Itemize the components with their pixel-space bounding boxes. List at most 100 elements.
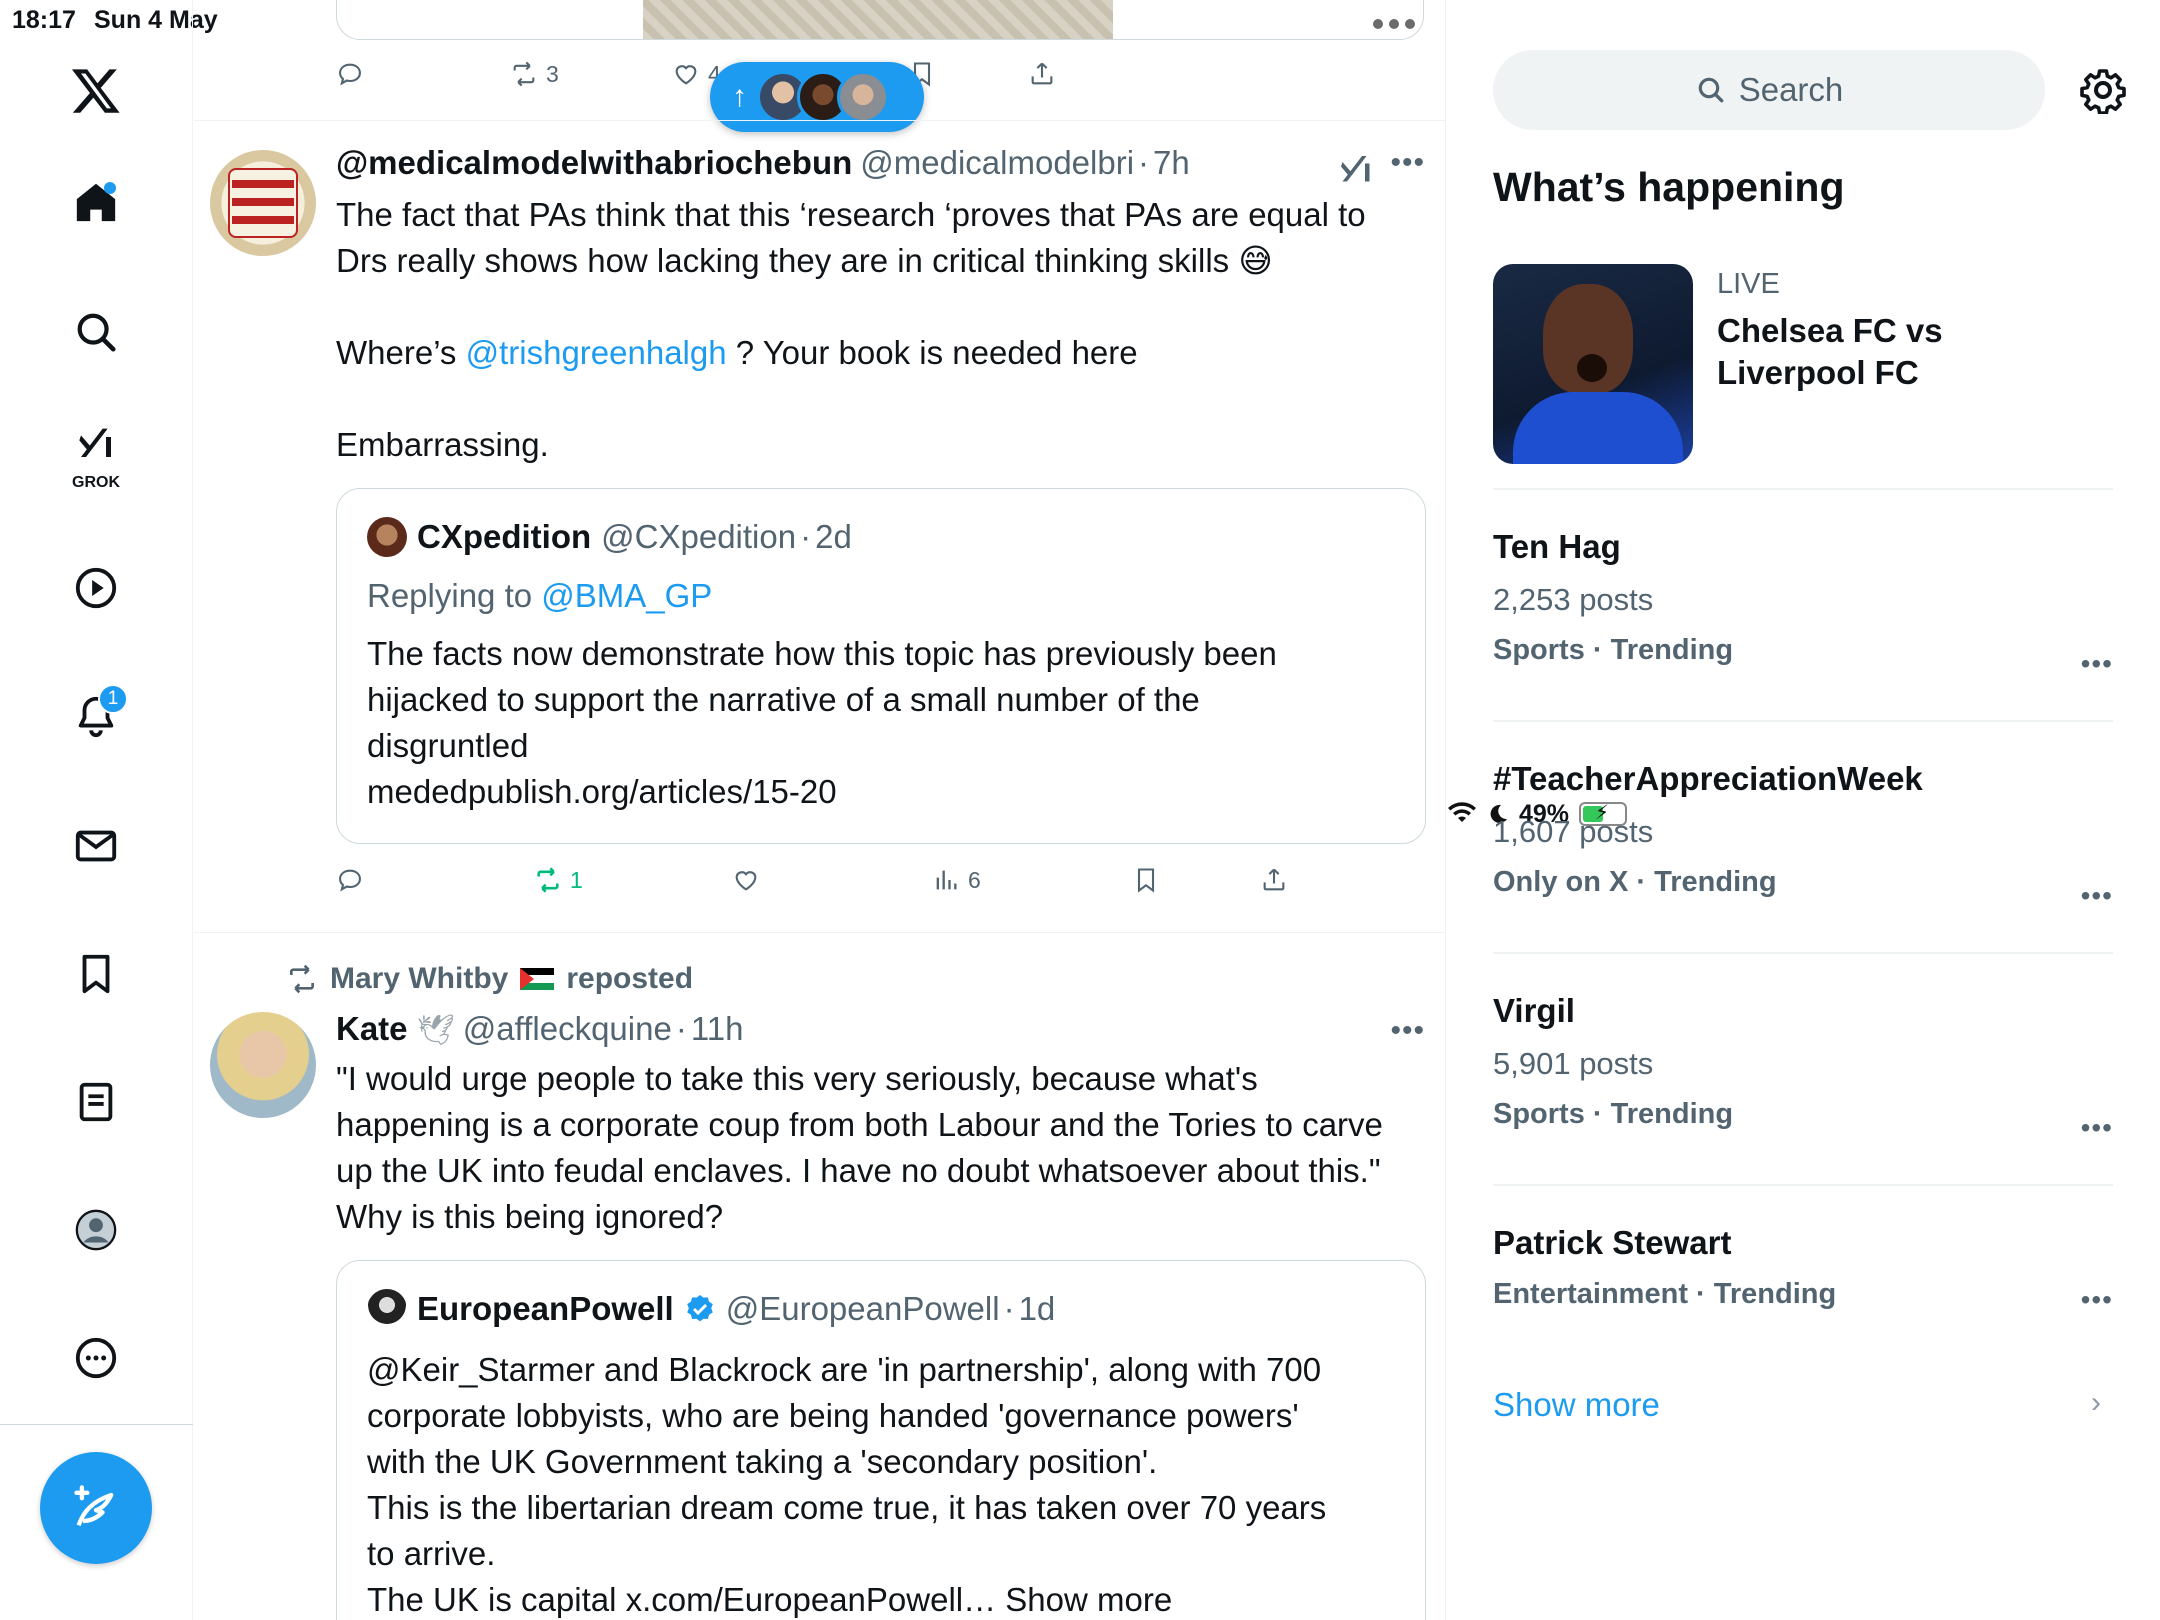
- search-icon[interactable]: [60, 296, 132, 368]
- trend-more-icon[interactable]: •••: [2081, 1284, 2113, 1316]
- grok-label: GROK: [72, 474, 120, 491]
- heart-icon: [735, 871, 757, 891]
- reposted-by-line[interactable]: Mary Whitby reposted: [286, 962, 693, 996]
- quoted-post-text: @Keir_Starmer and Blackrock are 'in part…: [367, 1351, 1327, 1618]
- share-icon: [1263, 868, 1285, 891]
- home-unread-dot: [104, 182, 116, 194]
- compose-post-button[interactable]: [40, 1452, 152, 1564]
- author-name[interactable]: @medicalmodelwithabriochebun: [336, 144, 852, 181]
- search-placeholder: Search: [1738, 71, 1844, 108]
- heart-icon: [675, 65, 697, 85]
- search-input[interactable]: Search: [1493, 50, 2045, 130]
- trend-category: Only on X · Trending: [1493, 866, 1777, 898]
- author-handle[interactable]: @medicalmodelbri: [860, 144, 1134, 181]
- trend-more-icon[interactable]: •••: [2081, 1112, 2113, 1144]
- trend-separator: [1493, 1184, 2113, 1186]
- new-posts-pill[interactable]: ↑: [710, 62, 924, 132]
- replying-to-mention[interactable]: @BMA_GP: [541, 577, 712, 614]
- media-image[interactable]: [643, 0, 1113, 39]
- post-header: Kate 🕊 @affleckquine · 11h: [336, 1010, 744, 1047]
- share-button[interactable]: [1028, 60, 1056, 88]
- author-avatar[interactable]: [210, 1012, 316, 1118]
- x-logo-icon[interactable]: [60, 54, 132, 126]
- reply-icon: [339, 63, 361, 86]
- notifications-bell-icon[interactable]: 1: [60, 680, 132, 752]
- previous-post-media[interactable]: [336, 0, 1424, 40]
- views-count: 6: [968, 866, 981, 893]
- trend-item[interactable]: Ten Hag 2,253 posts Sports · Trending ••…: [1493, 528, 2113, 688]
- quoted-author-name: EuropeanPowell: [417, 1290, 674, 1327]
- trend-name: Virgil: [1493, 992, 1575, 1029]
- trend-post-count: 5,901 posts: [1493, 1046, 1654, 1081]
- trend-more-icon[interactable]: •••: [2081, 648, 2113, 680]
- bookmark-icon: [1137, 868, 1155, 893]
- repost-icon: [290, 964, 314, 994]
- verified-badge-icon: [686, 1295, 713, 1322]
- mention-link[interactable]: @trishgreenhalgh: [466, 334, 727, 371]
- video-play-icon[interactable]: [60, 552, 132, 624]
- reply-button[interactable]: [336, 866, 364, 894]
- grok-icon[interactable]: GROK: [60, 416, 132, 491]
- like-button[interactable]: [732, 866, 760, 894]
- post-text: The fact that PAs think that this ‘resea…: [336, 192, 1426, 468]
- quoted-author-handle: @EuropeanPowell: [725, 1290, 1000, 1327]
- post-separator: [194, 932, 1445, 933]
- trend-item[interactable]: Virgil 5,901 posts Sports · Trending •••: [1493, 992, 2113, 1152]
- author-handle[interactable]: @affleckquine: [463, 1010, 672, 1047]
- messages-envelope-icon[interactable]: [60, 810, 132, 882]
- more-options-icon[interactable]: [60, 1322, 132, 1394]
- post-more-icon[interactable]: •••: [1390, 1014, 1425, 1048]
- search-icon: [1698, 77, 1724, 103]
- nav-divider: [0, 1424, 193, 1425]
- author-avatar[interactable]: [210, 150, 316, 256]
- chevron-right-icon[interactable]: ›: [2091, 1386, 2101, 1420]
- quoted-post-header: CXpedition @CXpedition · 2d: [367, 517, 852, 557]
- post-text-line: Where’s @trishgreenhalgh ? Your book is …: [336, 334, 1138, 371]
- post-text-line: Drs really shows how lacking they are in…: [336, 242, 1273, 279]
- trend-post-count: 1,607 posts: [1493, 814, 1654, 849]
- reposted-label: reposted: [566, 962, 694, 995]
- lists-icon[interactable]: [60, 1066, 132, 1138]
- repost-button[interactable]: 1: [534, 866, 583, 894]
- quoted-author-avatar: [367, 1289, 407, 1329]
- compose-feather-icon: [74, 1485, 114, 1527]
- post-text-line: Embarrassing.: [336, 426, 549, 463]
- post-more-icon[interactable]: •••: [1390, 146, 1425, 180]
- arrow-up-icon: ↑: [732, 80, 747, 113]
- trend-more-icon[interactable]: •••: [2081, 880, 2113, 912]
- home-icon[interactable]: [60, 166, 132, 238]
- reply-button[interactable]: [336, 60, 364, 88]
- reply-icon: [339, 869, 361, 892]
- settings-gear-icon[interactable]: [2079, 66, 2127, 114]
- post-header: @medicalmodelwithabriochebun @medicalmode…: [336, 144, 1190, 181]
- trend-category: Sports · Trending: [1493, 1098, 1734, 1130]
- live-event-title: Chelsea FC vs Liverpool FC: [1717, 312, 1943, 391]
- grok-post-icon[interactable]: [1338, 150, 1374, 186]
- trend-item[interactable]: #TeacherAppreciationWeek 1,607 posts Onl…: [1493, 760, 2113, 920]
- quoted-post[interactable]: CXpedition @CXpedition · 2d Replying to …: [336, 488, 1426, 844]
- show-more-link[interactable]: Show more: [1493, 1386, 1660, 1424]
- trend-separator: [1493, 720, 2113, 722]
- author-name[interactable]: Kate: [336, 1010, 408, 1047]
- post-time[interactable]: 7h: [1153, 144, 1190, 181]
- live-label: LIVE: [1717, 268, 1780, 300]
- trend-name: Patrick Stewart: [1493, 1224, 1732, 1261]
- media-pager-dots: [1373, 19, 1415, 29]
- post-time[interactable]: 11h: [691, 1010, 744, 1047]
- profile-avatar-icon[interactable]: [60, 1194, 132, 1266]
- quoted-post[interactable]: EuropeanPowell @EuropeanPowell · 1d @Kei…: [336, 1260, 1426, 1620]
- bookmarks-icon[interactable]: [60, 938, 132, 1010]
- post-separator: [194, 120, 1445, 121]
- bookmark-button[interactable]: [1132, 866, 1160, 894]
- repost-button[interactable]: 3: [510, 60, 559, 88]
- right-sidebar: Search What’s happening LIVE Chelsea FC …: [1447, 0, 2160, 1620]
- quoted-post-time: 1d: [1018, 1290, 1056, 1327]
- views-button[interactable]: 6: [932, 866, 981, 894]
- trend-separator: [1493, 488, 2113, 490]
- timeline: 3 4 ↑ @medicalmodelwithabriochebun @medic…: [194, 0, 1446, 1620]
- live-event-card[interactable]: LIVE Chelsea FC vs Liverpool FC: [1493, 264, 2113, 464]
- share-button[interactable]: [1260, 866, 1288, 894]
- live-event-image: [1493, 264, 1693, 464]
- trend-item[interactable]: Patrick Stewart Entertainment · Trending…: [1493, 1224, 2113, 1324]
- views-chart-icon: [936, 870, 957, 890]
